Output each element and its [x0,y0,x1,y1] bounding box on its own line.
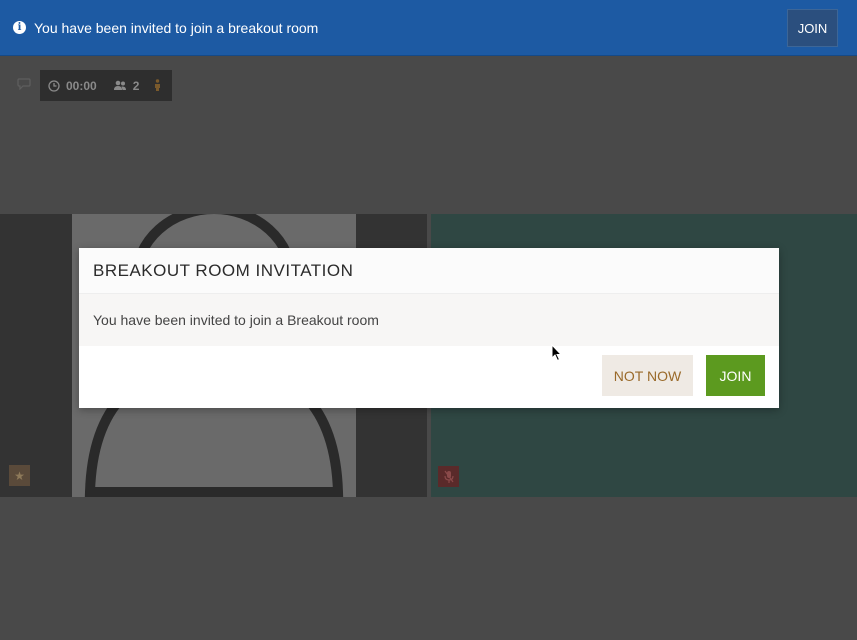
not-now-button[interactable]: NOT NOW [602,355,693,396]
star-icon: ★ [9,465,30,486]
meeting-toolbar: 00:00 2 [40,70,172,101]
clock-icon [48,79,60,92]
chat-icon[interactable] [17,77,31,91]
mic-muted-icon [438,466,459,487]
breakout-invitation-dialog: BREAKOUT ROOM INVITATION You have been i… [79,248,779,408]
timer-value: 00:00 [66,78,97,93]
dialog-title: BREAKOUT ROOM INVITATION [93,260,354,280]
notification-join-button[interactable]: JOIN [787,9,838,47]
info-icon: i [13,21,26,34]
participants-icon [113,80,127,91]
raise-hand-icon[interactable] [153,79,162,92]
participants-count: 2 [132,78,140,93]
notification-bar: i You have been invited to join a breako… [0,0,857,56]
notification-text: You have been invited to join a breakout… [34,19,319,36]
mouse-cursor-icon [551,343,563,362]
dialog-footer: NOT NOW JOIN [79,346,779,408]
join-button[interactable]: JOIN [706,355,765,396]
dialog-message: You have been invited to join a Breakout… [93,312,379,328]
dialog-header: BREAKOUT ROOM INVITATION [79,248,779,294]
